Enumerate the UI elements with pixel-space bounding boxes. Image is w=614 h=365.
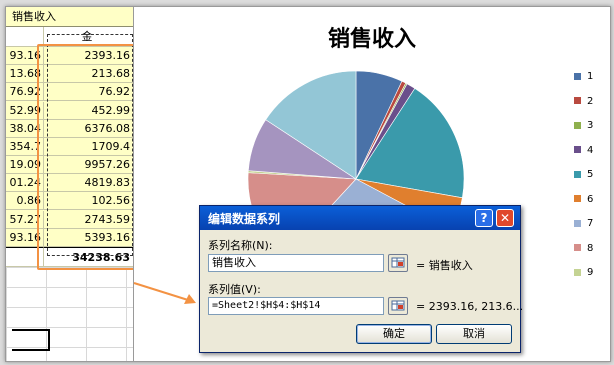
legend-item[interactable]: 4 — [574, 144, 593, 158]
legend-swatch — [574, 121, 581, 129]
legend-item[interactable]: 9 — [574, 266, 593, 280]
legend-label: 3 — [587, 120, 594, 131]
legend-item[interactable]: 1 — [574, 70, 593, 84]
series-name-range-picker-button[interactable] — [388, 254, 408, 272]
screenshot-frame: 销售收入 金 93.16 2393.16 13.68 213.68 76.92 76.92… — [5, 6, 611, 362]
dialog-title: 编辑数据系列 — [208, 212, 281, 226]
series-name-label: 系列名称(N): — [208, 239, 273, 252]
legend-swatch — [574, 146, 581, 153]
range-select-icon — [391, 300, 405, 311]
legend-label: 6 — [587, 193, 594, 205]
legend-item[interactable]: 3 — [574, 119, 593, 133]
chart-title[interactable]: 销售收入 — [297, 21, 447, 53]
dialog-titlebar[interactable]: 编辑数据系列 ? ✕ — [200, 206, 520, 230]
legend-label: 5 — [587, 169, 594, 180]
legend-label: 7 — [587, 218, 594, 229]
legend-label: 8 — [587, 242, 594, 254]
legend-label: 9 — [587, 267, 594, 278]
close-button[interactable]: ✕ — [496, 209, 514, 227]
series-name-input[interactable]: 销售收入 — [208, 254, 384, 272]
legend-item[interactable]: 2 — [574, 95, 593, 109]
legend-swatch — [574, 195, 581, 202]
legend-item[interactable]: 7 — [574, 217, 593, 231]
ok-button[interactable]: 确定 — [356, 324, 432, 344]
active-cell-cursor[interactable] — [12, 329, 50, 351]
legend-swatch — [574, 244, 581, 251]
legend-item[interactable]: 8 — [574, 242, 593, 256]
legend-item[interactable]: 5 — [574, 168, 593, 182]
legend-swatch — [574, 268, 581, 276]
legend-label: 1 — [587, 71, 594, 82]
series-values-label: 系列值(V): — [208, 283, 261, 296]
series-values-preview: = 2393.16, 213.6... — [416, 300, 524, 313]
range-select-icon — [391, 257, 405, 268]
legend-swatch — [574, 219, 581, 227]
series-values-range-picker-button[interactable] — [388, 297, 408, 315]
legend-label: 4 — [587, 144, 594, 156]
series-name-preview: = 销售收入 — [416, 259, 473, 272]
column-header-label[interactable]: 销售收入 — [6, 7, 134, 27]
cancel-button[interactable]: 取消 — [436, 324, 512, 344]
legend-swatch — [574, 72, 581, 80]
edit-series-dialog: 编辑数据系列 ? ✕ 系列名称(N): 销售收入 = 销售收入 系列值(V): … — [199, 205, 524, 353]
legend-label: 2 — [587, 95, 594, 107]
legend-swatch — [574, 170, 581, 178]
legend-item[interactable]: 6 — [574, 193, 593, 207]
highlight-box-annotation — [37, 44, 145, 270]
help-button[interactable]: ? — [475, 209, 493, 227]
series-values-input[interactable]: =Sheet2!$H$4:$H$14 — [208, 297, 384, 315]
legend-swatch — [574, 97, 581, 104]
